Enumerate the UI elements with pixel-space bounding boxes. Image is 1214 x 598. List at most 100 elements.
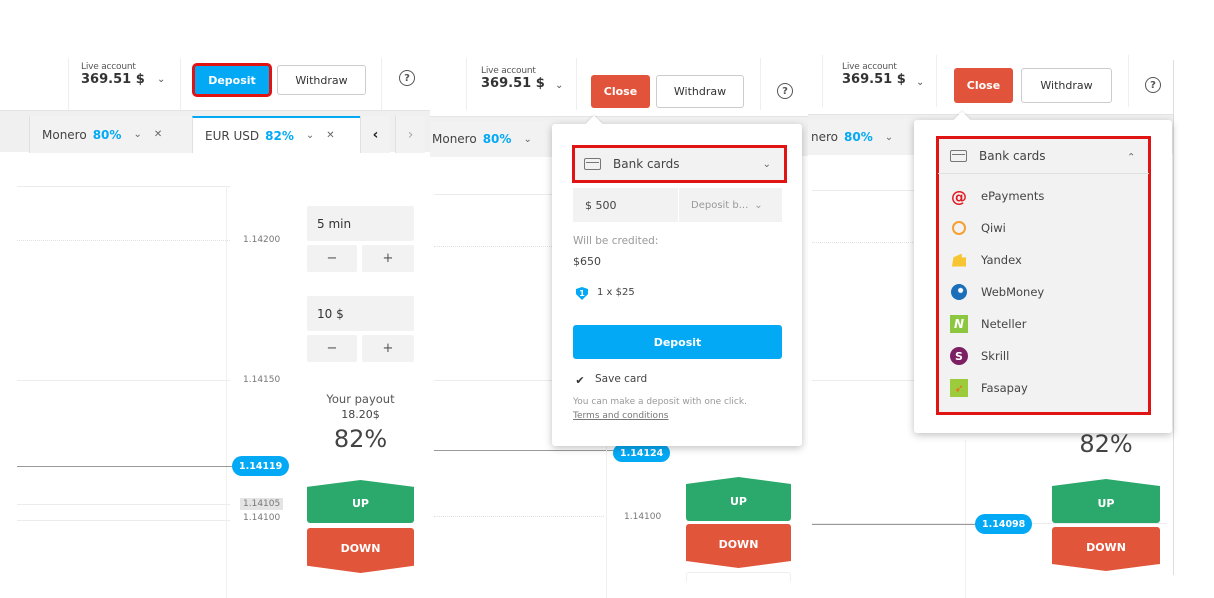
tab-monero[interactable]: Monero 80% ⌄ <box>430 121 560 157</box>
deposit-popover: Bank cards ⌄ @ ePayments Qiwi Yandex Web… <box>914 111 1172 433</box>
method-label: ePayments <box>981 189 1045 203</box>
deposit-submit-button[interactable]: Deposit <box>573 325 782 359</box>
account-label: Live account <box>81 62 136 72</box>
neteller-icon: N <box>950 315 968 333</box>
deposit-by-placeholder: Deposit b... <box>691 199 749 211</box>
close-icon[interactable]: ✕ <box>326 130 334 141</box>
deposit-by-select[interactable]: Deposit b... ⌄ <box>679 188 782 222</box>
up-button[interactable]: UP <box>1052 479 1160 523</box>
withdraw-button[interactable]: Withdraw <box>1021 68 1112 103</box>
tab-payout: 80% <box>844 130 873 144</box>
tab-next-button[interactable]: › <box>395 116 425 153</box>
method-option-neteller[interactable]: N Neteller <box>938 308 1149 340</box>
tab-eur-usd[interactable]: EUR USD 82% ⌄ ✕ <box>192 116 360 153</box>
grid-line <box>812 380 917 381</box>
up-button[interactable]: UP <box>686 477 791 521</box>
duration-minus-button[interactable]: − <box>307 245 357 272</box>
withdraw-button[interactable]: Withdraw <box>656 75 744 108</box>
chevron-up-icon: ⌄ <box>1126 150 1135 161</box>
tab-prev-button[interactable]: ‹ <box>360 116 390 153</box>
header-divider <box>576 58 577 110</box>
qiwi-icon <box>950 219 968 237</box>
chevron-down-icon: ⌄ <box>762 158 771 170</box>
payout-label: Your payout <box>326 392 395 406</box>
grid-line <box>434 516 604 517</box>
header-divider <box>936 55 937 107</box>
close-deposit-button[interactable]: Close <box>591 75 650 108</box>
header-divider <box>68 58 69 110</box>
grid-line <box>17 504 230 505</box>
top-header: Live account 369.51 $ ⌄ Deposit Withdraw… <box>0 58 430 110</box>
terms-link[interactable]: Terms and conditions <box>573 411 668 421</box>
save-card-label: Save card <box>595 373 648 385</box>
credited-value: $650 <box>573 255 601 268</box>
payment-method-dropdown[interactable]: Bank cards ⌄ @ ePayments Qiwi Yandex Web… <box>936 136 1151 415</box>
down-button[interactable]: DOWN <box>307 528 414 573</box>
duration-plus-button[interactable]: + <box>362 245 414 272</box>
method-label: Skrill <box>981 349 1010 363</box>
panel-deposit-closed: Live account 369.51 $ ⌄ Deposit Withdraw… <box>0 0 430 598</box>
grid-line <box>812 242 917 243</box>
payout-amount: 18.20$ <box>341 408 380 421</box>
tab-monero[interactable]: nero 80% ⌄ <box>808 119 928 155</box>
account-switcher[interactable]: Live account 369.51 $ <box>481 66 545 110</box>
method-option-epayments[interactable]: @ ePayments <box>938 180 1149 212</box>
account-balance: 369.51 $ <box>842 72 906 87</box>
tab-label: Monero <box>42 127 87 142</box>
credited-label: Will be credited: <box>573 235 659 247</box>
account-switcher[interactable]: Live account 369.51 $ <box>842 62 906 106</box>
payment-method-select[interactable]: Bank cards ⌄ <box>572 145 787 183</box>
payment-method-select[interactable]: Bank cards ⌄ <box>938 138 1149 174</box>
method-option-skrill[interactable]: S Skrill <box>938 340 1149 372</box>
save-card-checkbox[interactable]: ✔ <box>574 374 586 387</box>
current-price-badge: 1.14098 <box>975 514 1033 534</box>
method-option-qiwi[interactable]: Qiwi <box>938 212 1149 244</box>
help-icon[interactable]: ? <box>777 83 793 99</box>
up-button[interactable]: UP <box>307 480 414 523</box>
payout-percent: 82% <box>1079 430 1133 458</box>
header-divider <box>760 58 761 110</box>
tab-monero[interactable]: Monero 80% ⌄ ✕ <box>29 116 192 153</box>
amount-minus-button[interactable]: − <box>307 335 357 362</box>
payout-block: Your payout 18.20$ 82% <box>307 392 414 462</box>
payment-method-label: Bank cards <box>979 148 1046 163</box>
fasapay-icon: ➶ <box>950 379 968 397</box>
deposit-amount-input[interactable]: $ 500 <box>573 188 678 222</box>
withdraw-button[interactable]: Withdraw <box>277 65 366 95</box>
help-icon[interactable]: ? <box>1145 77 1161 93</box>
window-edge <box>1173 60 1174 575</box>
price-tick: 1.14150 <box>243 375 281 385</box>
duration-field[interactable]: 5 min <box>307 206 414 241</box>
chevron-down-icon[interactable]: ⌄ <box>157 74 165 85</box>
current-price-line <box>434 450 614 451</box>
chevron-down-icon[interactable]: ⌄ <box>133 129 141 140</box>
chevron-down-icon[interactable]: ⌄ <box>916 77 924 88</box>
method-option-fasapay[interactable]: ➶ Fasapay <box>938 372 1149 404</box>
bank-card-icon <box>950 149 967 162</box>
payout-percent: 82% <box>333 425 388 453</box>
top-header: Live account 369.51 $ ⌄ Close Withdraw ? <box>430 58 808 110</box>
header-divider <box>1128 55 1129 107</box>
method-option-yandex[interactable]: Yandex <box>938 244 1149 276</box>
amount-field[interactable]: 10 $ <box>307 296 414 331</box>
panel-deposit-open: Live account 369.51 $ ⌄ Close Withdraw ?… <box>430 0 808 598</box>
chevron-down-icon: ⌄ <box>754 199 763 211</box>
chevron-down-icon[interactable]: ⌄ <box>306 130 314 141</box>
chevron-down-icon[interactable]: ⌄ <box>523 134 531 145</box>
grid-line <box>17 520 230 521</box>
close-deposit-button[interactable]: Close <box>954 68 1013 103</box>
current-price-badge: 1.14119 <box>232 456 290 476</box>
down-button[interactable]: DOWN <box>686 524 791 568</box>
chevron-down-icon[interactable]: ⌄ <box>555 80 563 91</box>
payment-method-label: Bank cards <box>613 157 680 171</box>
help-icon[interactable]: ? <box>399 70 415 86</box>
account-switcher[interactable]: Live account 369.51 $ <box>81 62 145 106</box>
deposit-button[interactable]: Deposit <box>192 63 272 97</box>
down-button[interactable]: DOWN <box>1052 527 1160 571</box>
method-option-webmoney[interactable]: WebMoney <box>938 276 1149 308</box>
grid-line <box>434 246 552 247</box>
close-icon[interactable]: ✕ <box>154 129 162 140</box>
method-label: WebMoney <box>981 285 1045 299</box>
chevron-down-icon[interactable]: ⌄ <box>885 132 893 143</box>
amount-plus-button[interactable]: + <box>362 335 414 362</box>
